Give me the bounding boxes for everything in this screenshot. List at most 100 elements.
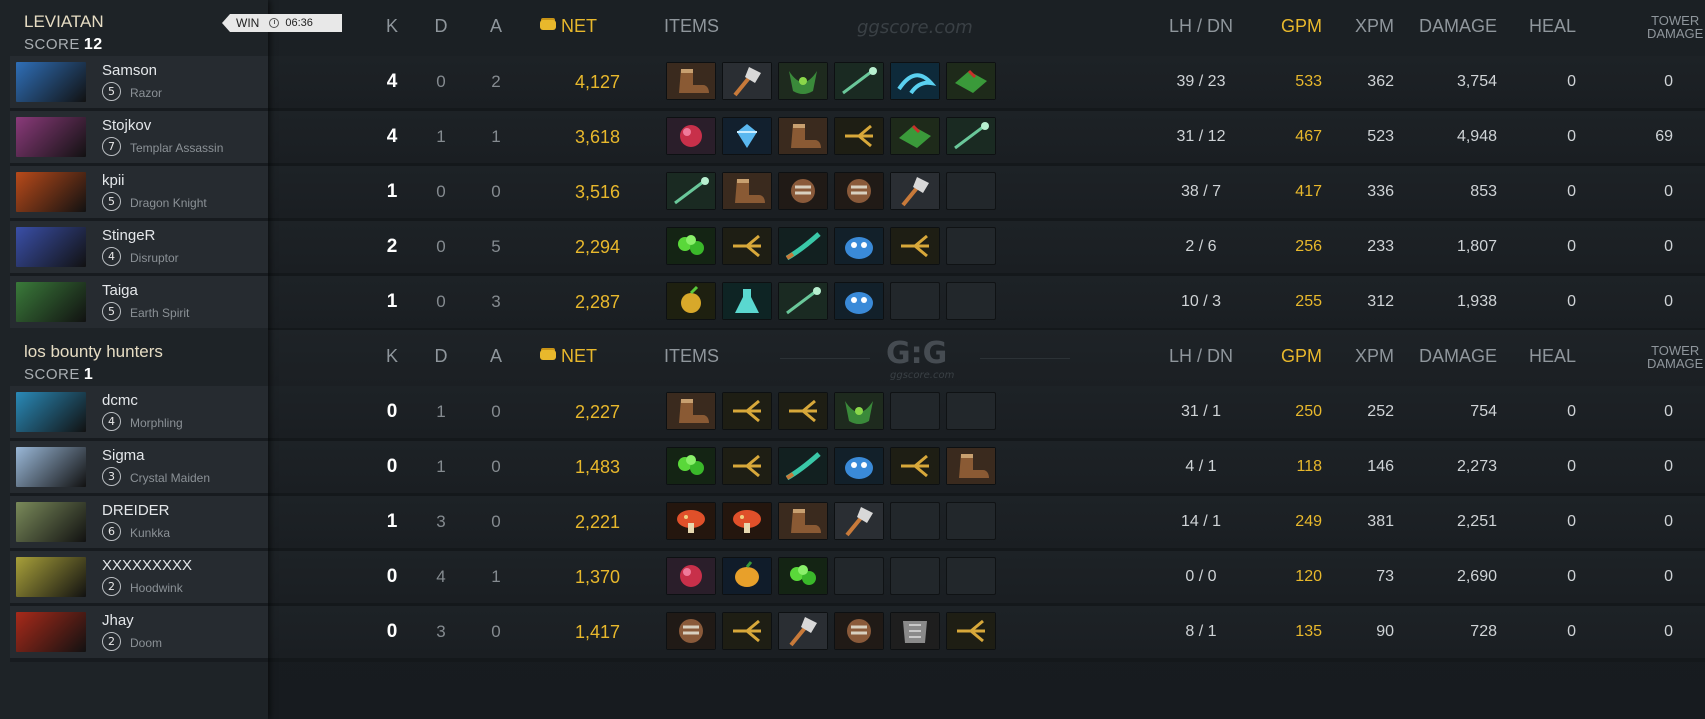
xpm: 233 xyxy=(1367,238,1394,255)
item-staff-icon[interactable] xyxy=(666,172,716,210)
player-card[interactable]: Jhay 2 Doom xyxy=(10,606,268,662)
item-claw-icon[interactable] xyxy=(778,392,828,430)
empty-item-slot[interactable] xyxy=(890,392,940,430)
header-xpm[interactable]: XPM xyxy=(1355,346,1394,367)
empty-item-slot[interactable] xyxy=(834,557,884,595)
item-axe-icon[interactable] xyxy=(778,612,828,650)
header-net[interactable]: NET xyxy=(540,346,597,367)
header-tower-damage[interactable]: TOWER DAMAGE xyxy=(1647,344,1703,370)
header-gpm[interactable]: GPM xyxy=(1281,346,1322,367)
header-a[interactable]: A xyxy=(490,16,502,37)
item-boots-icon[interactable] xyxy=(666,392,716,430)
item-tango-icon[interactable] xyxy=(666,447,716,485)
item-ward-icon[interactable] xyxy=(834,227,884,265)
item-gauntlet-icon[interactable] xyxy=(778,172,828,210)
player-card[interactable]: Sigma 3 Crystal Maiden xyxy=(10,441,268,497)
item-gloves-icon[interactable] xyxy=(890,117,940,155)
item-fruit-icon[interactable] xyxy=(666,282,716,320)
header-gpm[interactable]: GPM xyxy=(1281,16,1322,37)
empty-item-slot[interactable] xyxy=(946,172,996,210)
net-worth: 2,294 xyxy=(574,237,620,257)
item-claw-icon[interactable] xyxy=(890,227,940,265)
item-branch-icon[interactable] xyxy=(778,447,828,485)
item-axe-icon[interactable] xyxy=(890,172,940,210)
empty-item-slot[interactable] xyxy=(890,502,940,540)
header-heal[interactable]: HEAL xyxy=(1529,16,1576,37)
player-card[interactable]: DREIDER 6 Kunkka xyxy=(10,496,268,552)
item-mushroom-icon[interactable] xyxy=(666,502,716,540)
item-branch-icon[interactable] xyxy=(778,227,828,265)
player-stats-row: 1 0 0 3,516 38 / 7 417 336 853 0 0 xyxy=(268,166,1705,222)
item-bracer-icon[interactable] xyxy=(834,392,884,430)
header-net[interactable]: NET xyxy=(540,16,597,37)
header-a[interactable]: A xyxy=(490,346,502,367)
player-card[interactable]: Stojkov 7 Templar Assassin xyxy=(10,111,268,167)
item-axe-icon[interactable] xyxy=(722,62,772,100)
item-claw-icon[interactable] xyxy=(722,447,772,485)
item-flask-icon[interactable] xyxy=(722,282,772,320)
empty-item-slot[interactable] xyxy=(946,392,996,430)
player-card[interactable]: kpii 5 Dragon Knight xyxy=(10,166,268,222)
header-items[interactable]: ITEMS xyxy=(664,16,719,37)
header-heal[interactable]: HEAL xyxy=(1529,346,1576,367)
item-boots-icon[interactable] xyxy=(778,117,828,155)
item-orb-icon[interactable] xyxy=(666,117,716,155)
player-card[interactable]: Taiga 5 Earth Spirit xyxy=(10,276,268,332)
item-gauntlet-icon[interactable] xyxy=(834,612,884,650)
empty-item-slot[interactable] xyxy=(946,282,996,320)
item-gloves-icon[interactable] xyxy=(946,62,996,100)
hero-portrait xyxy=(16,172,86,212)
empty-item-slot[interactable] xyxy=(946,557,996,595)
xpm: 90 xyxy=(1376,623,1394,640)
item-ward-icon[interactable] xyxy=(834,282,884,320)
item-boots-icon[interactable] xyxy=(778,502,828,540)
header-d[interactable]: D xyxy=(435,346,448,367)
deaths: 1 xyxy=(436,457,446,476)
item-claw-icon[interactable] xyxy=(946,612,996,650)
header-tower-damage[interactable]: TOWER DAMAGE xyxy=(1647,14,1703,40)
player-card[interactable]: StingeR 4 Disruptor xyxy=(10,221,268,277)
item-boots-icon[interactable] xyxy=(666,62,716,100)
item-staff-icon[interactable] xyxy=(946,117,996,155)
empty-item-slot[interactable] xyxy=(890,557,940,595)
empty-item-slot[interactable] xyxy=(946,227,996,265)
header-damage[interactable]: DAMAGE xyxy=(1419,16,1497,37)
item-orb-icon[interactable] xyxy=(666,557,716,595)
player-card[interactable]: dcmc 4 Morphling xyxy=(10,386,268,442)
item-claw-icon[interactable] xyxy=(722,392,772,430)
item-gem-icon[interactable] xyxy=(722,117,772,155)
item-mango-icon[interactable] xyxy=(722,557,772,595)
header-k[interactable]: K xyxy=(386,346,398,367)
item-gauntlet-icon[interactable] xyxy=(666,612,716,650)
header-lh-dn[interactable]: LH / DN xyxy=(1169,346,1233,367)
item-claw-icon[interactable] xyxy=(834,117,884,155)
header-items[interactable]: ITEMS xyxy=(664,346,719,367)
item-ward-icon[interactable] xyxy=(834,447,884,485)
empty-item-slot[interactable] xyxy=(890,282,940,320)
item-tango-icon[interactable] xyxy=(778,557,828,595)
item-claw-icon[interactable] xyxy=(722,612,772,650)
item-tango-icon[interactable] xyxy=(666,227,716,265)
player-card[interactable]: Samson 5 Razor xyxy=(10,56,268,112)
empty-item-slot[interactable] xyxy=(946,502,996,540)
header-k[interactable]: K xyxy=(386,16,398,37)
item-armor-icon[interactable] xyxy=(890,612,940,650)
item-axe-icon[interactable] xyxy=(834,502,884,540)
player-card[interactable]: XXXXXXXXX 2 Hoodwink xyxy=(10,551,268,607)
item-boots-icon[interactable] xyxy=(722,172,772,210)
item-boots-icon[interactable] xyxy=(946,447,996,485)
item-claw-icon[interactable] xyxy=(722,227,772,265)
item-gauntlet-icon[interactable] xyxy=(834,172,884,210)
header-net-label: NET xyxy=(561,16,597,36)
item-staff-icon[interactable] xyxy=(834,62,884,100)
item-mushroom-icon[interactable] xyxy=(722,502,772,540)
header-xpm[interactable]: XPM xyxy=(1355,16,1394,37)
item-bracer-icon[interactable] xyxy=(778,62,828,100)
item-staff-icon[interactable] xyxy=(778,282,828,320)
item-swirl-icon[interactable] xyxy=(890,62,940,100)
header-damage[interactable]: DAMAGE xyxy=(1419,346,1497,367)
damage: 728 xyxy=(1470,623,1497,640)
header-lh-dn[interactable]: LH / DN xyxy=(1169,16,1233,37)
header-d[interactable]: D xyxy=(435,16,448,37)
item-claw-icon[interactable] xyxy=(890,447,940,485)
